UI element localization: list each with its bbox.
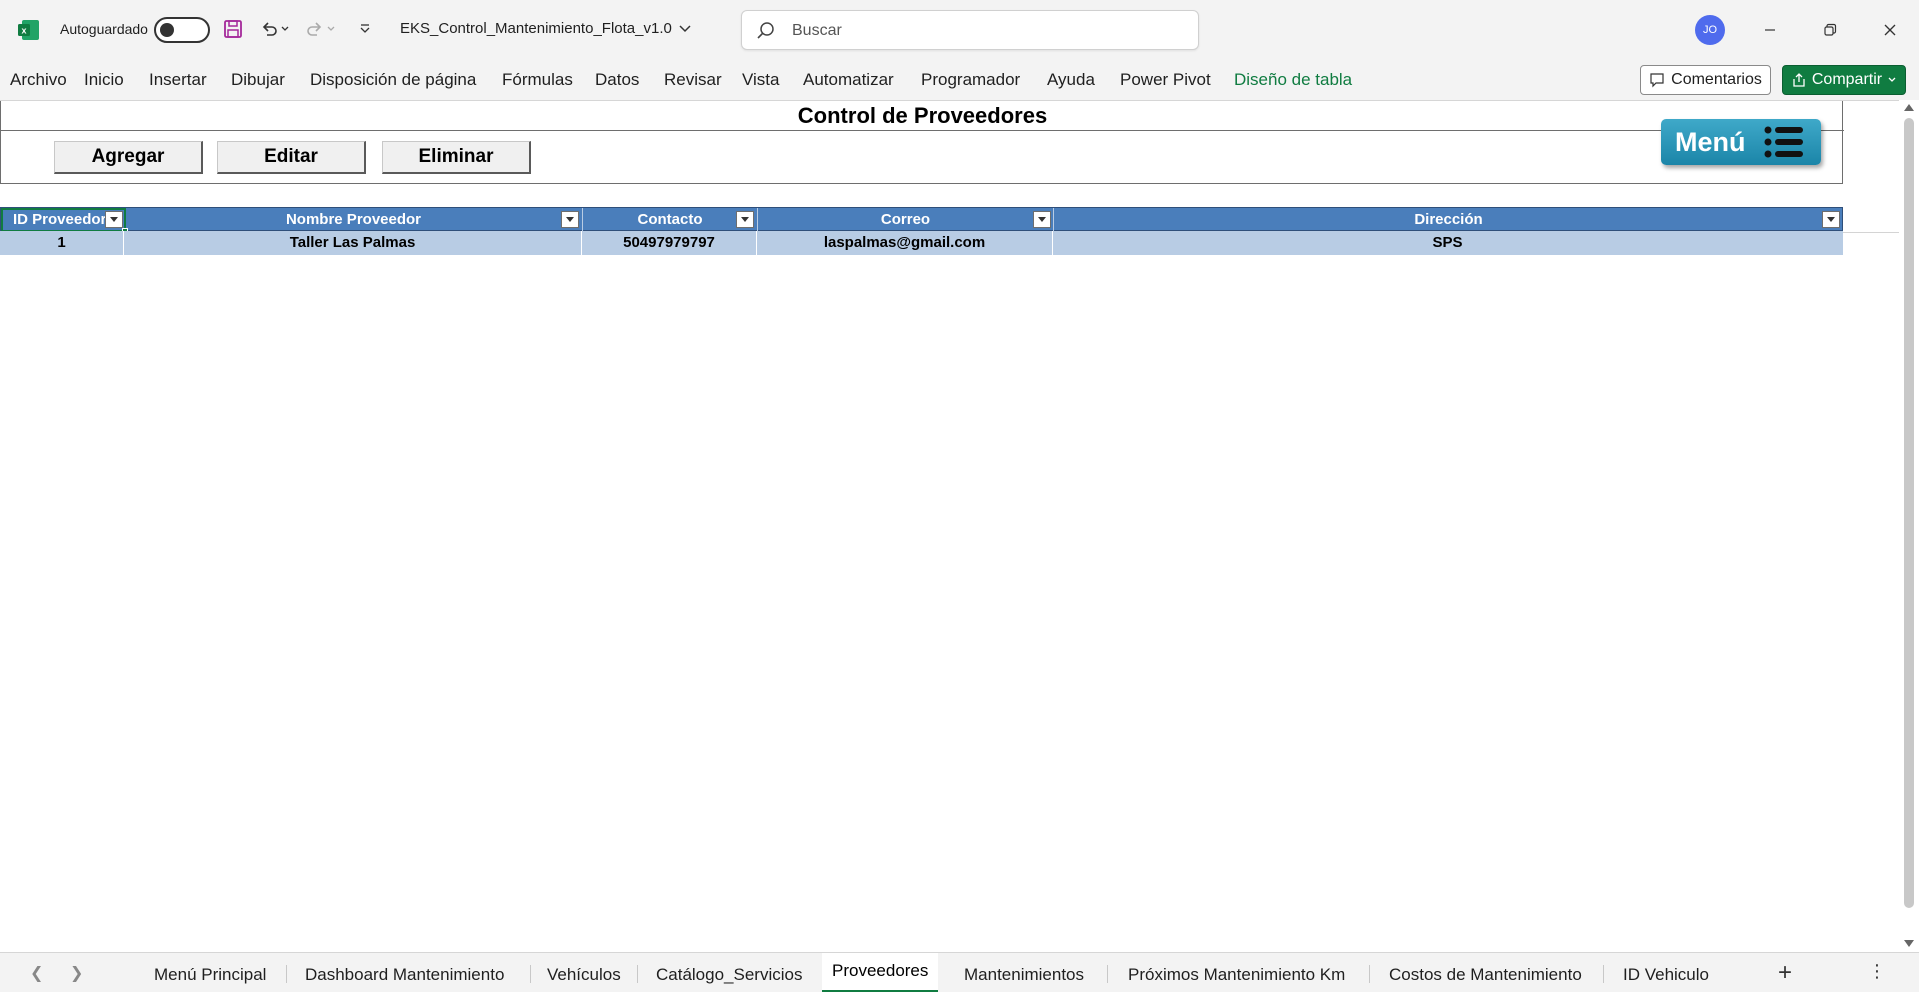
share-label: Compartir xyxy=(1811,71,1883,88)
sheet-tab-menu-principal[interactable]: Menú Principal xyxy=(154,953,266,992)
save-icon[interactable] xyxy=(220,16,246,42)
control-panel: Control de Proveedores Agregar Editar El… xyxy=(0,101,1844,184)
ribbon-tab-revisar[interactable]: Revisar xyxy=(664,70,722,90)
sheet-tab-costos[interactable]: Costos de Mantenimiento xyxy=(1389,953,1582,992)
user-avatar[interactable]: JO xyxy=(1695,15,1725,45)
filter-dropdown-icon[interactable] xyxy=(736,211,754,228)
sheet-tab-proximos[interactable]: Próximos Mantenimiento Km xyxy=(1128,953,1345,992)
comments-label: Comentarios xyxy=(1671,71,1762,88)
edit-button[interactable]: Editar xyxy=(217,141,366,174)
filter-dropdown-icon[interactable] xyxy=(105,211,123,228)
cell-direccion[interactable]: SPS xyxy=(1053,231,1842,255)
comments-button[interactable]: Comentarios xyxy=(1640,65,1771,95)
tab-separator xyxy=(637,965,638,983)
tab-separator xyxy=(1369,965,1370,983)
scroll-up-icon[interactable] xyxy=(1904,104,1914,111)
excel-logo-icon: x xyxy=(18,20,39,40)
search-input[interactable] xyxy=(792,19,1182,43)
header-direccion[interactable]: Dirección xyxy=(1054,208,1843,232)
worksheet-grid[interactable]: Control de Proveedores Agregar Editar El… xyxy=(0,100,1899,952)
ribbon-tab-archivo[interactable]: Archivo xyxy=(10,70,67,90)
ribbon-tab-inicio[interactable]: Inicio xyxy=(84,70,124,90)
ribbon-tab-vista[interactable]: Vista xyxy=(742,70,780,90)
svg-text:x: x xyxy=(21,26,26,36)
sheet-tab-mantenimientos[interactable]: Mantenimientos xyxy=(964,953,1084,992)
menu-button[interactable]: Menú xyxy=(1661,119,1821,165)
close-icon[interactable] xyxy=(1867,14,1913,46)
ribbon-tab-insertar[interactable]: Insertar xyxy=(149,70,207,90)
table-header-row: ID Proveedor Nombre Proveedor Contacto C… xyxy=(0,207,1843,234)
chevron-right-icon[interactable]: ❯ xyxy=(70,963,83,983)
header-nombre[interactable]: Nombre Proveedor xyxy=(125,208,583,232)
chevron-left-icon[interactable]: ❮ xyxy=(30,963,43,983)
filter-dropdown-icon[interactable] xyxy=(1033,211,1051,228)
sheet-tab-id-vehiculo[interactable]: ID Vehiculo xyxy=(1623,953,1709,992)
chevron-down-icon xyxy=(679,24,691,32)
cell-nombre[interactable]: Taller Las Palmas xyxy=(124,231,582,255)
sheet-tab-bar: ❮ ❯ Menú Principal Dashboard Mantenimien… xyxy=(0,952,1919,992)
add-button[interactable]: Agregar xyxy=(54,141,203,174)
table-row: 1 Taller Las Palmas 50497979797 laspalma… xyxy=(0,231,1843,255)
chevron-down-icon xyxy=(1888,77,1896,82)
ribbon-menu: Archivo Inicio Insertar Dibujar Disposic… xyxy=(0,60,1919,100)
tab-separator xyxy=(1603,965,1604,983)
menu-label: Menú xyxy=(1675,126,1746,157)
title-bar: x Autoguardado EKS_Control_Mantenimiento… xyxy=(0,0,1919,60)
file-name[interactable]: EKS_Control_Mantenimiento_Flota_v1.0 xyxy=(400,20,692,37)
ribbon-tab-datos[interactable]: Datos xyxy=(595,70,639,90)
grid-line xyxy=(1843,232,1899,233)
ribbon-tab-ayuda[interactable]: Ayuda xyxy=(1047,70,1095,90)
vertical-scrollbar[interactable] xyxy=(1899,100,1919,952)
search-icon xyxy=(757,22,774,39)
add-sheet-icon[interactable]: + xyxy=(1778,959,1792,987)
header-correo[interactable]: Correo xyxy=(758,208,1054,232)
header-contacto[interactable]: Contacto xyxy=(583,208,758,232)
comment-icon xyxy=(1650,73,1664,88)
cell-correo[interactable]: laspalmas@gmail.com xyxy=(757,231,1053,255)
toggle-knob xyxy=(160,23,174,37)
cell-contacto[interactable]: 50497979797 xyxy=(582,231,757,255)
sheet-tab-proveedores[interactable]: Proveedores xyxy=(822,953,939,992)
cell-id[interactable]: 1 xyxy=(0,231,124,255)
ribbon-tab-dibujar[interactable]: Dibujar xyxy=(231,70,285,90)
autosave-toggle[interactable] xyxy=(154,17,210,43)
ribbon-tab-formulas[interactable]: Fórmulas xyxy=(502,70,573,90)
filter-dropdown-icon[interactable] xyxy=(1822,211,1840,228)
scroll-down-icon[interactable] xyxy=(1904,940,1914,947)
ribbon-tab-diseno-tabla[interactable]: Diseño de tabla xyxy=(1234,70,1352,90)
more-options-icon[interactable]: ⋮ xyxy=(1868,961,1886,982)
search-box[interactable] xyxy=(741,10,1199,50)
file-name-text: EKS_Control_Mantenimiento_Flota_v1.0 xyxy=(400,20,672,37)
page-title: Control de Proveedores xyxy=(1,101,1844,131)
customize-toolbar-icon[interactable] xyxy=(352,16,378,42)
undo-dropdown-icon[interactable] xyxy=(278,16,292,42)
tab-separator xyxy=(1107,965,1108,983)
ribbon-tab-automatizar[interactable]: Automatizar xyxy=(803,70,894,90)
minimize-icon[interactable] xyxy=(1747,14,1793,46)
list-icon xyxy=(1764,126,1803,158)
autosave-label: Autoguardado xyxy=(60,21,148,37)
tab-separator xyxy=(286,965,287,983)
share-button[interactable]: Compartir xyxy=(1782,65,1906,95)
share-icon xyxy=(1793,73,1805,87)
ribbon-tab-programador[interactable]: Programador xyxy=(921,70,1020,90)
sheet-tab-dashboard[interactable]: Dashboard Mantenimiento xyxy=(305,953,504,992)
sheet-tab-catalogo[interactable]: Catálogo_Servicios xyxy=(656,953,802,992)
delete-button[interactable]: Eliminar xyxy=(382,141,531,174)
ribbon-tab-power-pivot[interactable]: Power Pivot xyxy=(1120,70,1211,90)
ribbon-tab-disposicion[interactable]: Disposición de página xyxy=(310,70,476,90)
sheet-tab-vehiculos[interactable]: Vehículos xyxy=(547,953,621,992)
filter-dropdown-icon[interactable] xyxy=(561,211,579,228)
scrollbar-thumb[interactable] xyxy=(1904,118,1914,908)
tab-separator xyxy=(530,965,531,983)
restore-icon[interactable] xyxy=(1807,14,1853,46)
redo-dropdown-icon[interactable] xyxy=(324,16,338,42)
